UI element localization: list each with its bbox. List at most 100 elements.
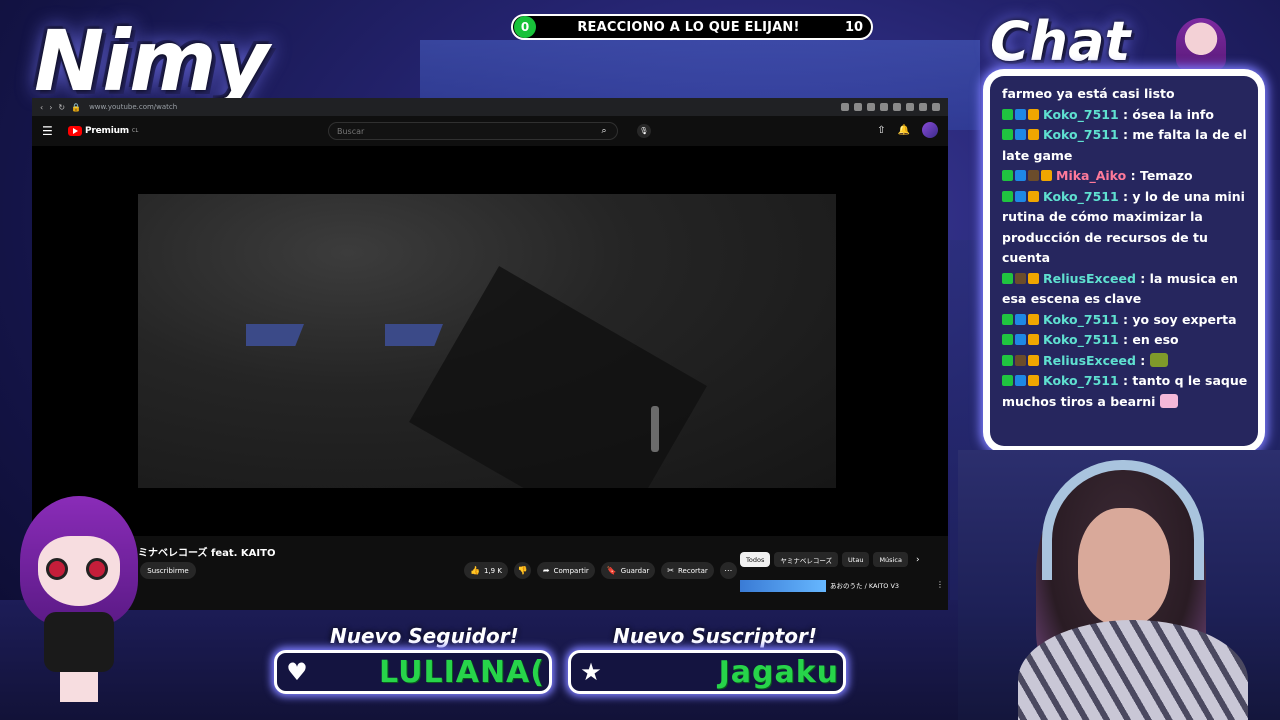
chat-username[interactable]: ReliusExceed [1043,271,1136,286]
chat-badge-icon [1002,129,1013,140]
extension-icon[interactable] [841,103,849,111]
thumbs-up-icon: 👍 [470,566,480,575]
mascot-eye [46,558,68,580]
chat-badge-icon [1015,354,1026,366]
chat-username[interactable]: Koko_7511 [1043,127,1119,142]
dislike-button[interactable]: 👎 [513,562,531,579]
chat-badge-icon [1002,334,1013,345]
extension-icon[interactable] [906,103,914,111]
thumbs-down-icon: 👎 [517,566,528,575]
goal-title: REACCIONO A LO QUE ELIJAN! [577,19,800,35]
clip-button[interactable]: ✂ Recortar [661,562,714,579]
share-label: Compartir [553,566,589,575]
upload-icon[interactable]: ⇧ [877,125,885,136]
chip-music[interactable]: Música [873,552,908,567]
chat-message: farmeo ya está casi listo [1002,84,1250,105]
video-frame[interactable] [138,194,836,488]
video-flag-shape [246,324,304,346]
extension-icon[interactable] [893,103,901,111]
youtube-logo[interactable]: Premium CL [68,126,138,136]
reload-icon[interactable]: ↻ [58,103,65,112]
chat-badge-icon [1041,170,1052,181]
chat-badge-icon [1002,375,1013,386]
share-button[interactable]: ➦ Compartir [536,562,595,579]
mascot-eye [86,558,108,580]
search-input[interactable] [329,126,591,136]
chat-username[interactable]: ReliusExceed [1043,353,1136,368]
save-button[interactable]: 🔖 Guardar [600,562,656,579]
search-icon[interactable]: ⌕ [591,123,617,139]
chat-badge-icon [1015,170,1026,181]
follower-name: LULIANA( [379,654,545,690]
chevron-right-icon[interactable]: › [916,555,920,565]
extension-icon[interactable] [867,103,875,111]
chat-badge-icon [1028,313,1039,325]
extension-icon[interactable] [919,103,927,111]
chat-text: : Temazo [1130,168,1193,183]
hamburger-menu-icon[interactable]: ☰ [42,124,60,138]
subscriber-alert-label: Nuevo Suscriptor! [613,624,818,648]
chip-all[interactable]: Todos [740,552,771,567]
country-code: CL [132,128,139,134]
follower-alert-box: ♥ LULIANA( [274,650,552,694]
chip-utau[interactable]: Utau [842,552,870,567]
lock-icon: 🔒 [71,102,82,112]
bookmark-icon: 🔖 [606,566,617,575]
chat-text: farmeo ya está casi listo [1002,86,1175,101]
chat-username[interactable]: Mika_Aiko [1056,168,1126,183]
extension-icon[interactable] [880,103,888,111]
chat-badge-icon [1028,375,1039,386]
chat-username[interactable]: Koko_7511 [1043,312,1119,327]
extension-icon[interactable] [854,103,862,111]
recommended-title[interactable]: あおのうた / KAITO V3 [830,580,932,592]
video-detail-shape [651,406,659,452]
chat-badge-icon [1002,108,1013,120]
video-actions: 👍 1,9 K 👎 ➦ Compartir 🔖 Guardar ✂ Recort… [464,562,737,579]
chat-message: Koko_7511 : y lo de una mini rutina de c… [1002,187,1250,269]
microphone-icon[interactable]: 🎙 [637,124,651,138]
search-box: ⌕ [328,122,618,140]
chat-badge-icon [1015,129,1026,140]
chat-message: ReliusExceed : [1002,351,1250,372]
address-bar[interactable]: www.youtube.com/watch [89,103,841,111]
streamer-name: Nimy [34,12,269,110]
recommended-thumbnail[interactable] [740,580,826,592]
notification-bell-icon[interactable]: 🔔 [898,125,910,136]
chat-badge-icon [1015,190,1026,202]
chat-badge-icon [1015,375,1026,386]
extension-icon[interactable] [932,103,940,111]
more-vertical-icon[interactable]: ⋮ [936,580,944,592]
video-player[interactable] [32,146,948,536]
heart-icon: ♥ [286,658,308,686]
chat-text: : [1140,352,1146,368]
account-avatar[interactable] [922,122,938,138]
share-icon: ➦ [542,566,550,575]
back-icon[interactable]: ‹ [40,103,43,112]
chat-message: Mika_Aiko : Temazo [1002,166,1250,187]
chat-heading: Chat [990,10,1131,73]
more-actions-button[interactable]: ⋯ [719,562,737,579]
chat-badge-icon [1002,313,1013,325]
like-button[interactable]: 👍 1,9 K [464,562,508,579]
chat-messages: farmeo ya está casi listo Koko_7511 : óse… [990,76,1258,446]
chat-username[interactable]: Koko_7511 [1043,332,1119,347]
chat-username[interactable]: Koko_7511 [1043,373,1119,388]
chat-username[interactable]: Koko_7511 [1043,189,1119,204]
chat-badge-icon [1028,190,1039,202]
chat-username[interactable]: Koko_7511 [1043,107,1119,122]
like-count: 1,9 K [483,566,502,575]
chat-badge-icon [1028,108,1039,120]
chat-badge-icon [1028,334,1039,345]
subscribe-button[interactable]: Suscribirme [140,562,196,579]
chat-badge-icon [1028,170,1039,181]
streamer-face [1078,508,1170,626]
chat-badge-icon [1002,190,1013,202]
youtube-header: ☰ Premium CL ⌕ 🎙 ⇧ 🔔 [32,116,948,146]
recommended-video[interactable]: あおのうた / KAITO V3 ⋮ [740,580,944,592]
browser-toolbar: ‹ › ↻ 🔒 www.youtube.com/watch [32,98,948,116]
scissors-icon: ✂ [667,566,674,575]
chat-badge-icon [1028,272,1039,284]
chat-text: : en eso [1123,332,1179,347]
forward-icon[interactable]: › [49,103,52,112]
chip-yaminabe[interactable]: ヤミナベレコーズ [774,552,839,567]
